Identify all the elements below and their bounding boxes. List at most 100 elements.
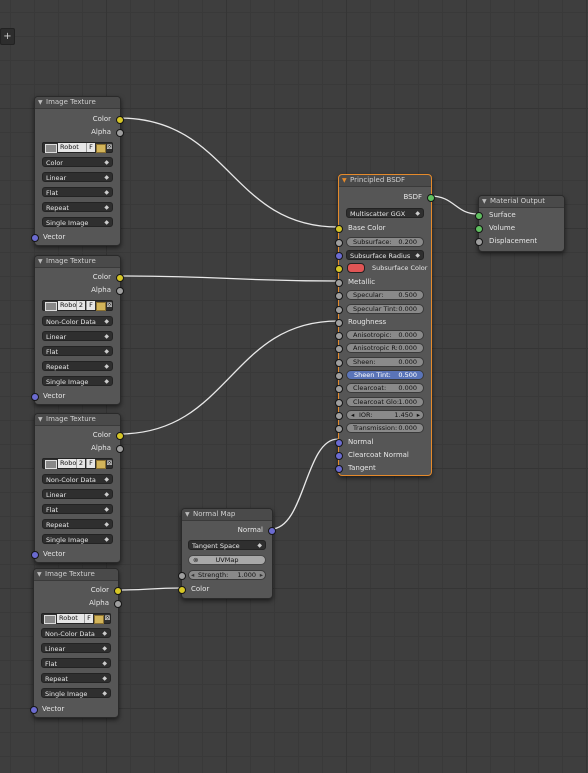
collapse-triangle-icon[interactable]: ▼ [482,196,487,207]
node-header[interactable]: ▼ Image Texture [35,414,120,426]
users-count[interactable]: 2 [76,459,85,468]
clearcoat-input-socket[interactable] [335,385,343,393]
sheen-tint-field[interactable]: Sheen Tint: 0.500 [346,370,424,380]
extension-dropdown[interactable]: Repeat ◆ [42,361,113,371]
alpha-output-socket[interactable] [114,600,122,608]
fake-user-toggle[interactable]: F [86,301,95,310]
node-header[interactable]: ▼ Image Texture [35,256,120,268]
sheen-input-socket[interactable] [335,359,343,367]
strength-input-socket[interactable] [178,572,186,580]
source-dropdown[interactable]: Single Image ◆ [42,376,113,386]
extension-dropdown[interactable]: Repeat ◆ [42,202,113,212]
image-name-field[interactable]: Robo [58,301,76,310]
collapse-triangle-icon[interactable]: ▼ [38,256,43,267]
space-dropdown[interactable]: Tangent Space ◆ [188,540,266,550]
color-space-dropdown[interactable]: Non-Color Data ◆ [42,474,113,484]
add-node-button[interactable]: + [0,28,15,45]
unlink-icon[interactable]: ⊠ [105,301,114,310]
image-name-field[interactable]: Robot [57,614,84,623]
collapse-triangle-icon[interactable]: ▼ [38,414,43,425]
image-selector[interactable]: Robot F ⊠ [42,142,113,153]
image-texture-node-4[interactable]: ▼ Image Texture Color Alpha Robot F ⊠ Non… [30,568,122,718]
extension-dropdown[interactable]: Repeat ◆ [41,673,111,683]
source-dropdown[interactable]: Single Image ◆ [42,217,113,227]
collapse-triangle-icon[interactable]: ▼ [185,509,190,520]
bsdf-output-socket[interactable] [427,194,435,202]
image-name-field[interactable]: Robot [58,143,86,152]
ior-input-socket[interactable] [335,412,343,420]
interpolation-dropdown[interactable]: Linear ◆ [41,643,111,653]
uvmap-field[interactable]: ⊗ UVMap [188,555,266,565]
image-texture-node-3[interactable]: ▼ Image Texture Color Alpha Robo 2 F ⊠ No… [31,413,124,563]
interpolation-dropdown[interactable]: Linear ◆ [42,331,113,341]
color-space-dropdown[interactable]: Non-Color Data ◆ [41,628,111,638]
image-selector[interactable]: Robot F ⊠ [41,613,111,624]
collapse-triangle-icon[interactable]: ▼ [38,97,43,108]
node-header[interactable]: ▼ Principled BSDF [339,175,431,187]
anisotropic-field[interactable]: Anisotropic: 0.000 [346,330,424,340]
image-texture-node-2[interactable]: ▼ Image Texture Color Alpha Robo 2 F ⊠ No… [31,255,124,405]
subsurface-color-swatch[interactable] [347,263,365,273]
projection-dropdown[interactable]: Flat ◆ [42,346,113,356]
node-header[interactable]: ▼ Material Output [479,196,564,208]
alpha-output-socket[interactable] [116,287,124,295]
node-header[interactable]: ▼ Image Texture [34,569,118,581]
subsurface-radius-input-socket[interactable] [335,252,343,260]
distribution-dropdown[interactable]: Multiscatter GGX ◆ [346,208,424,218]
node-header[interactable]: ▼ Normal Map [182,509,272,521]
extension-dropdown[interactable]: Repeat ◆ [42,519,113,529]
node-header[interactable]: ▼ Image Texture [35,97,120,109]
strength-field[interactable]: ◂ Strength: 1.000 ▸ [188,570,266,580]
image-browse-icon[interactable] [45,460,57,469]
unlink-icon[interactable]: ⊠ [103,614,112,623]
image-texture-node-1[interactable]: ▼ Image Texture Color Alpha Robot F ⊠ Col… [31,96,124,246]
projection-dropdown[interactable]: Flat ◆ [41,658,111,668]
clearcoat-gloss-input-socket[interactable] [335,399,343,407]
clearcoat-field[interactable]: Clearcoat: 0.000 [346,383,424,393]
collapse-triangle-icon[interactable]: ▼ [37,569,42,580]
image-browse-icon[interactable] [45,144,57,153]
color-space-dropdown[interactable]: Non-Color Data ◆ [42,316,113,326]
color-output-socket[interactable] [114,587,122,595]
alpha-output-socket[interactable] [116,129,124,137]
sheen-field[interactable]: Sheen: 0.000 [346,357,424,367]
ior-field[interactable]: ◂ IOR: 1.450 ▸ [346,410,424,420]
color-output-socket[interactable] [116,432,124,440]
source-dropdown[interactable]: Single Image ◆ [42,534,113,544]
unlink-icon[interactable]: ⊠ [105,459,114,468]
specular-field[interactable]: Specular: 0.500 [346,290,424,300]
fake-user-toggle[interactable]: F [84,614,93,623]
material-output-node[interactable]: ▼ Material Output Surface Volume Displace… [475,195,565,252]
transmission-field[interactable]: Transmission: 0.000 [346,423,424,433]
fake-user-toggle[interactable]: F [86,459,95,468]
unlink-icon[interactable]: ⊠ [105,143,114,152]
clearcoat-gloss-field[interactable]: Clearcoat Glo: 1.000 [346,397,424,407]
subsurface-field[interactable]: Subsurface: 0.200 [346,237,424,247]
fake-user-toggle[interactable]: F [86,143,95,152]
image-selector[interactable]: Robo 2 F ⊠ [42,300,113,311]
subsurface-radius-dropdown[interactable]: Subsurface Radius ◆ [346,250,424,260]
color-output-socket[interactable] [116,116,124,124]
anisotropic-rotation-input-socket[interactable] [335,345,343,353]
image-browse-icon[interactable] [44,615,56,624]
projection-dropdown[interactable]: Flat ◆ [42,504,113,514]
subsurface-color-input-socket[interactable] [335,265,343,273]
sheen-tint-input-socket[interactable] [335,372,343,380]
subsurface-input-socket[interactable] [335,239,343,247]
anisotropic-input-socket[interactable] [335,332,343,340]
specular-input-socket[interactable] [335,292,343,300]
projection-dropdown[interactable]: Flat ◆ [42,187,113,197]
normal-output-socket[interactable] [268,527,276,535]
transmission-input-socket[interactable] [335,425,343,433]
users-count[interactable]: 2 [76,301,85,310]
image-selector[interactable]: Robo 2 F ⊠ [42,458,113,469]
normal-map-node[interactable]: ▼ Normal Map Normal Tangent Space ◆ ⊗ UVMap… [178,508,276,599]
specular-tint-input-socket[interactable] [335,306,343,314]
principled-bsdf-node[interactable]: ▼ Principled BSDF BSDF Multiscatter GGX ◆ … [335,174,435,476]
anisotropic-rotation-field[interactable]: Anisotropic R: 0.000 [346,343,424,353]
image-name-field[interactable]: Robo [58,459,76,468]
collapse-triangle-icon[interactable]: ▼ [342,175,347,186]
alpha-output-socket[interactable] [116,445,124,453]
image-browse-icon[interactable] [45,302,57,311]
source-dropdown[interactable]: Single Image ◆ [41,688,111,698]
